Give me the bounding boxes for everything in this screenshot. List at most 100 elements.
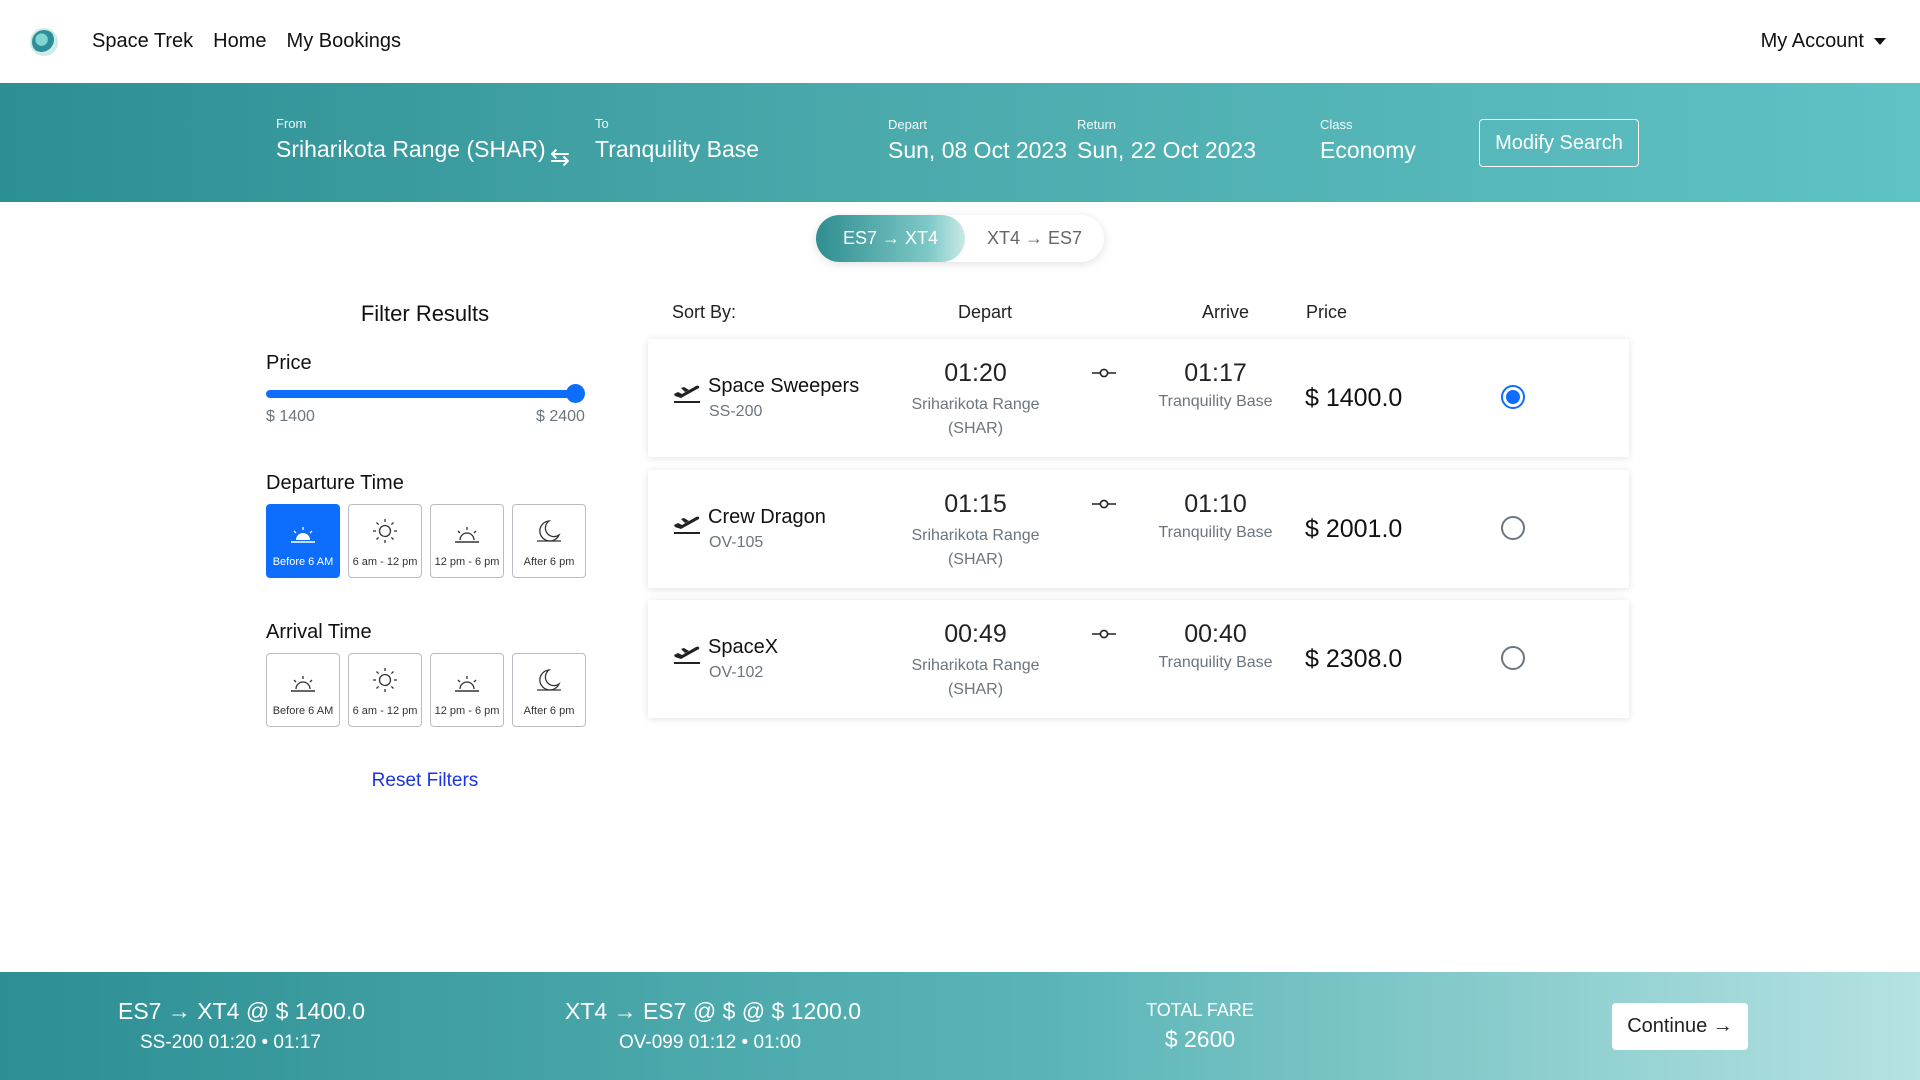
arrive-time: 00:40 xyxy=(1184,620,1247,648)
arrive-place: Tranquility Base xyxy=(1158,524,1273,541)
moon-icon xyxy=(537,669,561,691)
arrival-afternoon-button[interactable]: 12 pm - 6 pm xyxy=(430,653,504,727)
sunset-icon xyxy=(455,676,479,692)
search-summary-band: From Sriharikota Range (SHAR) ⇆ To Tranq… xyxy=(0,83,1920,202)
depart-time: 00:49 xyxy=(944,620,1007,648)
arrival-morning-button[interactable]: 6 am - 12 pm xyxy=(348,653,422,727)
price-filter-heading: Price xyxy=(266,352,312,374)
class-label: Class xyxy=(1320,117,1353,132)
departure-evening-button[interactable]: After 6 pm xyxy=(512,504,586,578)
route-connector-icon xyxy=(1092,368,1116,378)
total-fare-value: $ 2600 xyxy=(1164,1026,1236,1052)
time-slot-label: 12 pm - 6 pm xyxy=(434,556,500,568)
plane-takeoff-icon xyxy=(674,646,700,664)
flight-card[interactable]: Crew Dragon OV-105 01:15 Sriharikota Ran… xyxy=(648,470,1629,588)
arrival-time-options: Before 6 AM 6 am - 12 pm 12 pm - 6 pm Af… xyxy=(266,653,586,727)
select-flight-radio[interactable] xyxy=(1501,646,1525,670)
moon-icon xyxy=(537,520,561,542)
select-flight-radio[interactable] xyxy=(1501,516,1525,540)
reset-filters-link[interactable]: Reset Filters xyxy=(266,770,584,792)
flight-card[interactable]: SpaceX OV-102 00:49 Sriharikota Range (S… xyxy=(648,600,1629,718)
nav-link-my-bookings[interactable]: My Bookings xyxy=(287,30,402,53)
sunrise-icon xyxy=(291,676,315,692)
arrive-time: 01:17 xyxy=(1184,359,1247,387)
from-field: From Sriharikota Range (SHAR) xyxy=(276,116,546,163)
flight-price: $ 2001.0 xyxy=(1305,515,1403,543)
time-slot-label: After 6 pm xyxy=(523,705,575,717)
depart-place: Sriharikota Range (SHAR) xyxy=(911,527,1040,568)
tab-outbound-leg[interactable]: ES7 → XT4 xyxy=(816,215,965,262)
brand-name[interactable]: Space Trek xyxy=(92,30,193,53)
arrival-time-heading: Arrival Time xyxy=(266,621,372,643)
fare-summary-bar: ES7 → XT4 @ $ 1400.0 SS-200 01:20 • 01:1… xyxy=(0,972,1920,1080)
depart-time: 01:15 xyxy=(944,490,1007,518)
sort-price-header[interactable]: Price xyxy=(1306,302,1347,323)
sun-icon xyxy=(373,668,397,692)
return-summary: XT4 → ES7 @ $ @ $ 1200.0 xyxy=(565,998,862,1024)
sun-icon xyxy=(373,519,397,543)
flight-price: $ 1400.0 xyxy=(1305,384,1403,412)
class-value: Economy xyxy=(1320,137,1416,163)
flight-code: SS-200 xyxy=(709,403,763,420)
tab-return-leg[interactable]: XT4 → ES7 xyxy=(965,215,1104,262)
modify-search-button[interactable]: Modify Search xyxy=(1479,119,1639,167)
depart-label: Depart xyxy=(888,117,928,132)
arrive-place: Tranquility Base xyxy=(1158,393,1273,410)
airline-name: Space Sweepers xyxy=(708,375,860,397)
sort-depart-header[interactable]: Depart xyxy=(958,302,1012,323)
departure-afternoon-button[interactable]: 12 pm - 6 pm xyxy=(430,504,504,578)
caret-down-icon xyxy=(1874,38,1886,45)
departure-before-6am-button[interactable]: Before 6 AM xyxy=(266,504,340,578)
route-connector-icon xyxy=(1092,499,1116,509)
depart-place: Sriharikota Range (SHAR) xyxy=(911,657,1040,698)
flight-price: $ 2308.0 xyxy=(1305,645,1403,673)
time-slot-label: 6 am - 12 pm xyxy=(352,556,418,568)
my-account-label: My Account xyxy=(1760,30,1864,52)
arrival-before-6am-button[interactable]: Before 6 AM xyxy=(266,653,340,727)
select-flight-radio[interactable] xyxy=(1501,385,1525,409)
arrive-place: Tranquility Base xyxy=(1158,654,1273,671)
total-fare-label: TOTAL FARE xyxy=(1146,1000,1254,1020)
to-field: To Tranquility Base xyxy=(595,116,759,163)
departure-time-heading: Departure Time xyxy=(266,472,404,494)
to-value: Tranquility Base xyxy=(595,136,760,162)
depart-time: 01:20 xyxy=(944,359,1007,387)
sort-by-label: Sort By: xyxy=(672,302,737,322)
airline-name: SpaceX xyxy=(708,636,779,658)
outbound-summary: ES7 → XT4 @ $ 1400.0 xyxy=(118,998,366,1024)
price-slider-track[interactable] xyxy=(266,390,576,398)
departure-time-options: Before 6 AM 6 am - 12 pm 12 pm - 6 pm Af… xyxy=(266,504,586,578)
return-details: OV-099 01:12 • 01:00 xyxy=(619,1032,802,1053)
nav-link-home[interactable]: Home xyxy=(213,30,266,53)
time-slot-label: 6 am - 12 pm xyxy=(352,705,418,717)
swap-arrows-icon[interactable]: ⇆ xyxy=(550,143,570,172)
plane-takeoff-icon xyxy=(674,516,700,534)
airline-name: Crew Dragon xyxy=(708,506,826,528)
depart-field: Depart Sun, 08 Oct 2023 xyxy=(888,117,1067,164)
from-value: Sriharikota Range (SHAR) xyxy=(276,136,546,162)
arrival-evening-button[interactable]: After 6 pm xyxy=(512,653,586,727)
arrive-time: 01:10 xyxy=(1184,490,1247,518)
leg-toggle: ES7 → XT4 XT4 → ES7 xyxy=(816,215,1104,262)
brand-logo-icon[interactable] xyxy=(30,27,58,56)
flight-code: OV-102 xyxy=(709,664,764,681)
route-connector-icon xyxy=(1092,629,1116,639)
plane-takeoff-icon xyxy=(674,385,700,403)
flight-card[interactable]: Space Sweepers SS-200 01:20 Sriharikota … xyxy=(648,339,1629,457)
continue-button[interactable]: Continue → xyxy=(1612,1003,1748,1050)
price-slider-handle[interactable] xyxy=(566,384,585,403)
time-slot-label: Before 6 AM xyxy=(272,556,334,568)
depart-place: Sriharikota Range (SHAR) xyxy=(911,396,1040,437)
top-navbar: Space Trek Home My Bookings My Account xyxy=(0,0,1920,83)
outbound-details: SS-200 01:20 • 01:17 xyxy=(140,1032,321,1053)
return-field: Return Sun, 22 Oct 2023 xyxy=(1077,117,1256,164)
depart-value: Sun, 08 Oct 2023 xyxy=(888,137,1068,163)
my-account-dropdown[interactable]: My Account xyxy=(1761,30,1886,53)
departure-morning-button[interactable]: 6 am - 12 pm xyxy=(348,504,422,578)
return-label: Return xyxy=(1077,117,1117,132)
price-min-label: $ 1400 xyxy=(266,408,315,425)
sort-arrive-header[interactable]: Arrive xyxy=(1202,302,1249,323)
flight-code: OV-105 xyxy=(709,534,764,551)
price-max-label: $ 2400 xyxy=(536,408,585,425)
sunset-icon xyxy=(455,527,479,543)
